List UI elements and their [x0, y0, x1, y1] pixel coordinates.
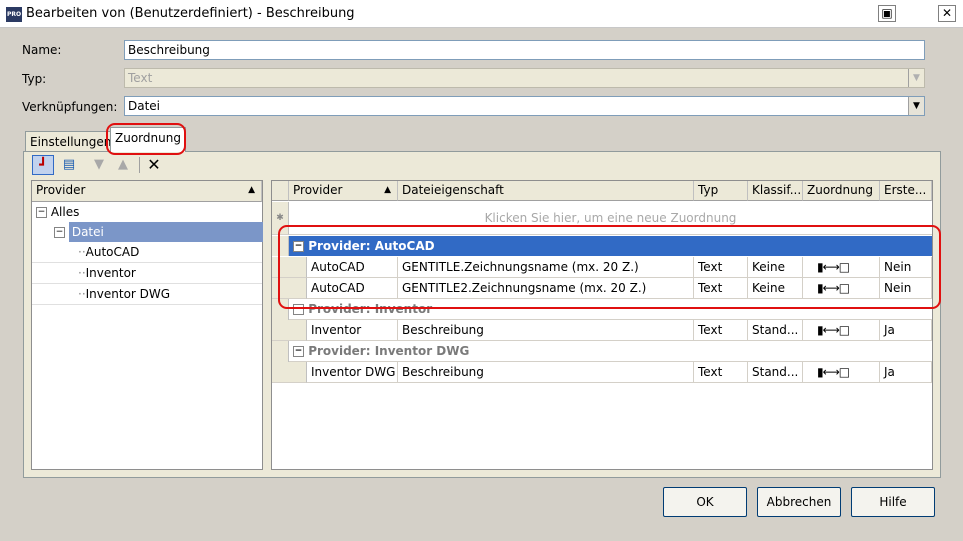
collapse-icon[interactable]: − [54, 227, 65, 238]
sort-ascending-icon: ▲ [248, 185, 255, 195]
tree-node-label: Datei [68, 222, 263, 242]
title-bar: PRO Bearbeiten von (Benutzerdefiniert) -… [0, 0, 963, 28]
delete-icon[interactable]: ✕ [143, 155, 165, 175]
tree-node-alles[interactable]: − Alles [32, 202, 262, 222]
tree-node-autocad[interactable]: ··AutoCAD [32, 242, 262, 263]
provider-tree[interactable]: Provider ▲ − Alles − Datei ··AutoCAD ··I… [31, 180, 263, 470]
cell-provider[interactable]: Inventor DWG [307, 362, 398, 383]
row-selector[interactable] [272, 362, 307, 383]
tree-line-icon: ·· [78, 287, 86, 301]
column-header-class[interactable]: Klassif... [748, 181, 803, 201]
name-field[interactable]: Beschreibung [124, 40, 925, 60]
bidirectional-mapping-icon: ▮⟷□ [817, 365, 850, 379]
bidirectional-mapping-icon: ▮⟷□ [817, 323, 850, 337]
tree-header-label: Provider [36, 183, 86, 197]
toolbar-divider [139, 157, 140, 173]
cell-type[interactable]: Text [694, 320, 748, 341]
cell-mapping[interactable]: ▮⟷□ [803, 362, 880, 383]
column-header-property[interactable]: Dateieigenschaft [398, 181, 694, 201]
tree-node-inventor[interactable]: ··Inventor [32, 263, 262, 284]
chevron-down-icon[interactable]: ▼ [908, 97, 924, 115]
column-header-create[interactable]: Erste... [880, 181, 932, 201]
move-up-icon[interactable]: ▲ [112, 155, 134, 175]
window-title: Bearbeiten von (Benutzerdefiniert) - Bes… [26, 6, 355, 21]
tree-line-icon: ·· [78, 245, 86, 259]
type-label: Typ: [22, 72, 47, 86]
sort-ascending-icon: ▲ [384, 185, 391, 195]
restore-icon[interactable]: ▣ [878, 5, 896, 22]
tree-node-label: Inventor DWG [85, 287, 171, 301]
type-value: Text [128, 71, 153, 85]
chevron-down-icon: ▼ [908, 69, 924, 87]
row-selector[interactable] [272, 320, 307, 341]
cancel-button[interactable]: Abbrechen [757, 487, 841, 517]
name-label: Name: [22, 43, 62, 57]
links-value: Datei [128, 99, 161, 113]
ok-button[interactable]: OK [663, 487, 747, 517]
autocad-group-highlight [278, 225, 941, 309]
type-select: Text ▼ [124, 68, 925, 88]
cell-provider[interactable]: Inventor [307, 320, 398, 341]
cell-property[interactable]: Beschreibung [398, 320, 694, 341]
cell-mapping[interactable]: ▮⟷□ [803, 320, 880, 341]
tree-line-icon: ·· [78, 266, 86, 280]
tree-node-label: Inventor [85, 266, 136, 280]
links-label: Verknüpfungen: [22, 100, 118, 114]
app-icon: PRO [6, 7, 22, 22]
column-header-type[interactable]: Typ [694, 181, 748, 201]
tree-node-inventor-dwg[interactable]: ··Inventor DWG [32, 284, 262, 305]
group-header-inventor-dwg[interactable]: − Provider: Inventor DWG [289, 341, 932, 362]
tree-header[interactable]: Provider ▲ [32, 181, 262, 202]
collapse-icon[interactable]: − [293, 346, 304, 357]
tab-highlight [106, 123, 186, 155]
links-select[interactable]: Datei ▼ [124, 96, 925, 116]
column-header-provider[interactable]: Provider ▲ [289, 181, 398, 201]
tree-node-label: AutoCAD [85, 245, 140, 259]
cell-class[interactable]: Stand... [748, 362, 803, 383]
tree-view-icon[interactable]: ┛ [32, 155, 54, 175]
collapse-icon[interactable]: − [36, 207, 47, 218]
mapping-grid[interactable]: Provider ▲ Dateieigenschaft Typ Klassif.… [271, 180, 933, 470]
tree-node-datei[interactable]: − Datei [32, 222, 263, 242]
list-view-icon[interactable]: ▤ [58, 155, 80, 175]
group-selector [272, 341, 289, 362]
move-down-icon[interactable]: ▼ [88, 155, 110, 175]
row-selector-header [272, 181, 289, 201]
column-header-mapping[interactable]: Zuordnung [803, 181, 880, 201]
cell-create[interactable]: Ja [880, 362, 932, 383]
help-button[interactable]: Hilfe [851, 487, 935, 517]
cell-property[interactable]: Beschreibung [398, 362, 694, 383]
tree-node-label: Alles [50, 205, 80, 219]
cell-class[interactable]: Stand... [748, 320, 803, 341]
tab-einstellungen[interactable]: Einstellungen [25, 131, 117, 151]
close-icon[interactable]: ✕ [938, 5, 956, 22]
cell-type[interactable]: Text [694, 362, 748, 383]
cell-create[interactable]: Ja [880, 320, 932, 341]
